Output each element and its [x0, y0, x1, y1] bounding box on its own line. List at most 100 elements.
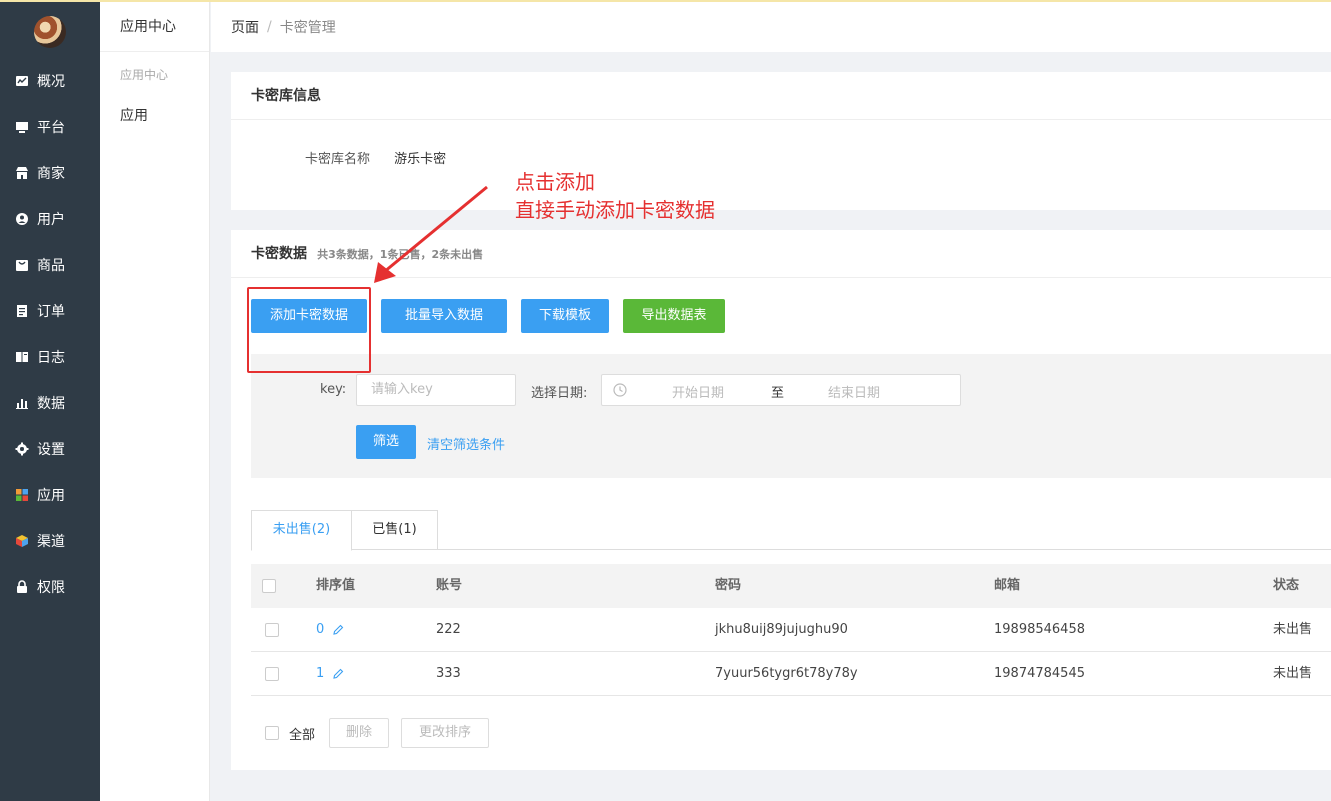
row-checkbox[interactable]	[265, 667, 279, 681]
date-range-picker[interactable]: 开始日期 至 结束日期	[601, 374, 961, 406]
card-data-header: 卡密数据 共3条数据，1条已售，2条未出售	[231, 230, 1331, 278]
bulk-import-button[interactable]: 批量导入数据	[381, 299, 507, 333]
password-cell: 7yuur56tygr6t78y78y	[715, 666, 858, 681]
table-header: 排序值 账号 密码 邮箱 状态	[251, 564, 1331, 608]
app-logo[interactable]	[34, 16, 66, 48]
clock-icon	[613, 383, 627, 397]
date-label: 选择日期:	[531, 386, 588, 401]
main-sidebar: 概况 平台 商家 用户 商品 订单 日志 数据 设置 应用 渠道 权限	[0, 0, 100, 801]
card-data-table: 排序值 账号 密码 邮箱 状态 0 222 jkhu8uij89jujughu9…	[251, 564, 1331, 696]
date-range-separator: 至	[771, 386, 785, 401]
select-all-checkbox[interactable]	[265, 726, 279, 740]
nav-item-permission[interactable]: 权限	[0, 564, 100, 610]
breadcrumb: 页面 / 卡密管理	[211, 2, 1331, 52]
lock-icon	[15, 580, 29, 594]
delete-button[interactable]: 删除	[329, 718, 389, 748]
sort-value-cell[interactable]: 1	[316, 652, 344, 696]
select-all-label: 全部	[289, 728, 316, 743]
col-email: 邮箱	[994, 578, 1021, 593]
gear-icon	[15, 442, 29, 456]
nav-item-user[interactable]: 用户	[0, 196, 100, 242]
nav-item-goods[interactable]: 商品	[0, 242, 100, 288]
nav-item-apps[interactable]: 应用	[0, 472, 100, 518]
user-icon	[15, 212, 29, 226]
library-name-label: 卡密库名称	[305, 152, 371, 167]
key-label: key:	[320, 382, 347, 397]
download-template-button[interactable]: 下载模板	[521, 299, 609, 333]
nav-label: 日志	[37, 350, 65, 366]
library-name-row: 卡密库名称 游乐卡密	[305, 148, 446, 167]
card-data-summary: 共3条数据，1条已售，2条未出售	[317, 248, 484, 261]
nav-item-channel[interactable]: 渠道	[0, 518, 100, 564]
nav-item-merchant[interactable]: 商家	[0, 150, 100, 196]
library-info-card: 卡密库信息 卡密库名称 游乐卡密	[231, 72, 1331, 210]
pencil-icon[interactable]	[332, 624, 344, 636]
email-cell: 19898546458	[994, 622, 1085, 637]
nav-label: 商家	[37, 166, 65, 182]
nav-item-logs[interactable]: 日志	[0, 334, 100, 380]
tab-sold[interactable]: 已售(1)	[352, 510, 438, 550]
main-nav: 概况 平台 商家 用户 商品 订单 日志 数据 设置 应用 渠道 权限	[0, 58, 100, 610]
select-all-header-checkbox[interactable]	[262, 579, 276, 593]
submenu-group-label: 应用中心	[120, 68, 169, 82]
table-row: 0 222 jkhu8uij89jujughu90 19898546458 未出…	[251, 608, 1331, 652]
card-data-panel: 卡密数据 共3条数据，1条已售，2条未出售 添加卡密数据 批量导入数据 下载模板…	[231, 230, 1331, 770]
export-table-button[interactable]: 导出数据表	[623, 299, 725, 333]
start-date-placeholder: 开始日期	[672, 386, 725, 401]
bag-icon	[15, 258, 29, 272]
account-cell: 333	[436, 666, 461, 681]
filter-panel: key: 请输入key 选择日期: 开始日期 至 结束日期 筛选 清空筛选条件	[251, 354, 1331, 478]
pencil-icon[interactable]	[332, 668, 344, 680]
nav-label: 权限	[37, 580, 65, 596]
clipboard-icon	[15, 304, 29, 318]
account-cell: 222	[436, 622, 461, 637]
nav-item-platform[interactable]: 平台	[0, 104, 100, 150]
bulk-actions: 全部 删除 更改排序	[251, 718, 851, 748]
nav-item-overview[interactable]: 概况	[0, 58, 100, 104]
nav-label: 设置	[37, 442, 65, 458]
reorder-button[interactable]: 更改排序	[401, 718, 489, 748]
submenu-title: 应用中心	[100, 0, 209, 52]
apps-grid-icon	[15, 488, 29, 502]
col-sort: 排序值	[316, 578, 356, 593]
top-accent-line	[0, 0, 1331, 2]
annotation-line-2: 直接手动添加卡密数据	[515, 198, 715, 222]
annotation-highlight-box	[247, 287, 371, 373]
breadcrumb-current: 卡密管理	[279, 20, 336, 36]
nav-label: 平台	[37, 120, 65, 136]
sort-value[interactable]: 0	[316, 622, 324, 637]
nav-label: 用户	[37, 212, 65, 228]
col-account: 账号	[436, 578, 463, 593]
bar-chart-icon	[15, 396, 29, 410]
nav-item-data[interactable]: 数据	[0, 380, 100, 426]
key-input[interactable]: 请输入key	[356, 374, 516, 406]
submenu-item-apps[interactable]: 应用	[100, 105, 209, 125]
nav-item-orders[interactable]: 订单	[0, 288, 100, 334]
store-icon	[15, 166, 29, 180]
end-date-placeholder: 结束日期	[828, 386, 881, 401]
nav-label: 数据	[37, 396, 65, 412]
library-name-value: 游乐卡密	[394, 152, 447, 167]
status-cell: 未出售	[1273, 622, 1313, 637]
tab-unsold[interactable]: 未出售(2)	[251, 510, 352, 551]
email-cell: 19874784545	[994, 666, 1085, 681]
nav-label: 应用	[37, 488, 65, 504]
breadcrumb-root[interactable]: 页面	[231, 17, 259, 37]
row-checkbox[interactable]	[265, 623, 279, 637]
annotation-line-1: 点击添加	[515, 170, 595, 194]
chart-icon	[15, 74, 29, 88]
status-tabs: 未出售(2) 已售(1)	[251, 510, 1331, 551]
nav-label: 渠道	[37, 534, 65, 550]
filter-button[interactable]: 筛选	[356, 425, 416, 459]
col-password: 密码	[715, 578, 742, 593]
sort-value-cell[interactable]: 0	[316, 608, 344, 652]
nav-label: 订单	[37, 304, 65, 320]
nav-item-settings[interactable]: 设置	[0, 426, 100, 472]
nav-label: 商品	[37, 258, 65, 274]
clear-filter-link[interactable]: 清空筛选条件	[427, 434, 505, 453]
monitor-icon	[15, 120, 29, 134]
sub-sidebar: 应用中心 应用中心 应用	[100, 0, 210, 801]
card-data-title: 卡密数据	[251, 246, 307, 262]
table-row: 1 333 7yuur56tygr6t78y78y 19874784545 未出…	[251, 652, 1331, 696]
sort-value[interactable]: 1	[316, 666, 324, 681]
